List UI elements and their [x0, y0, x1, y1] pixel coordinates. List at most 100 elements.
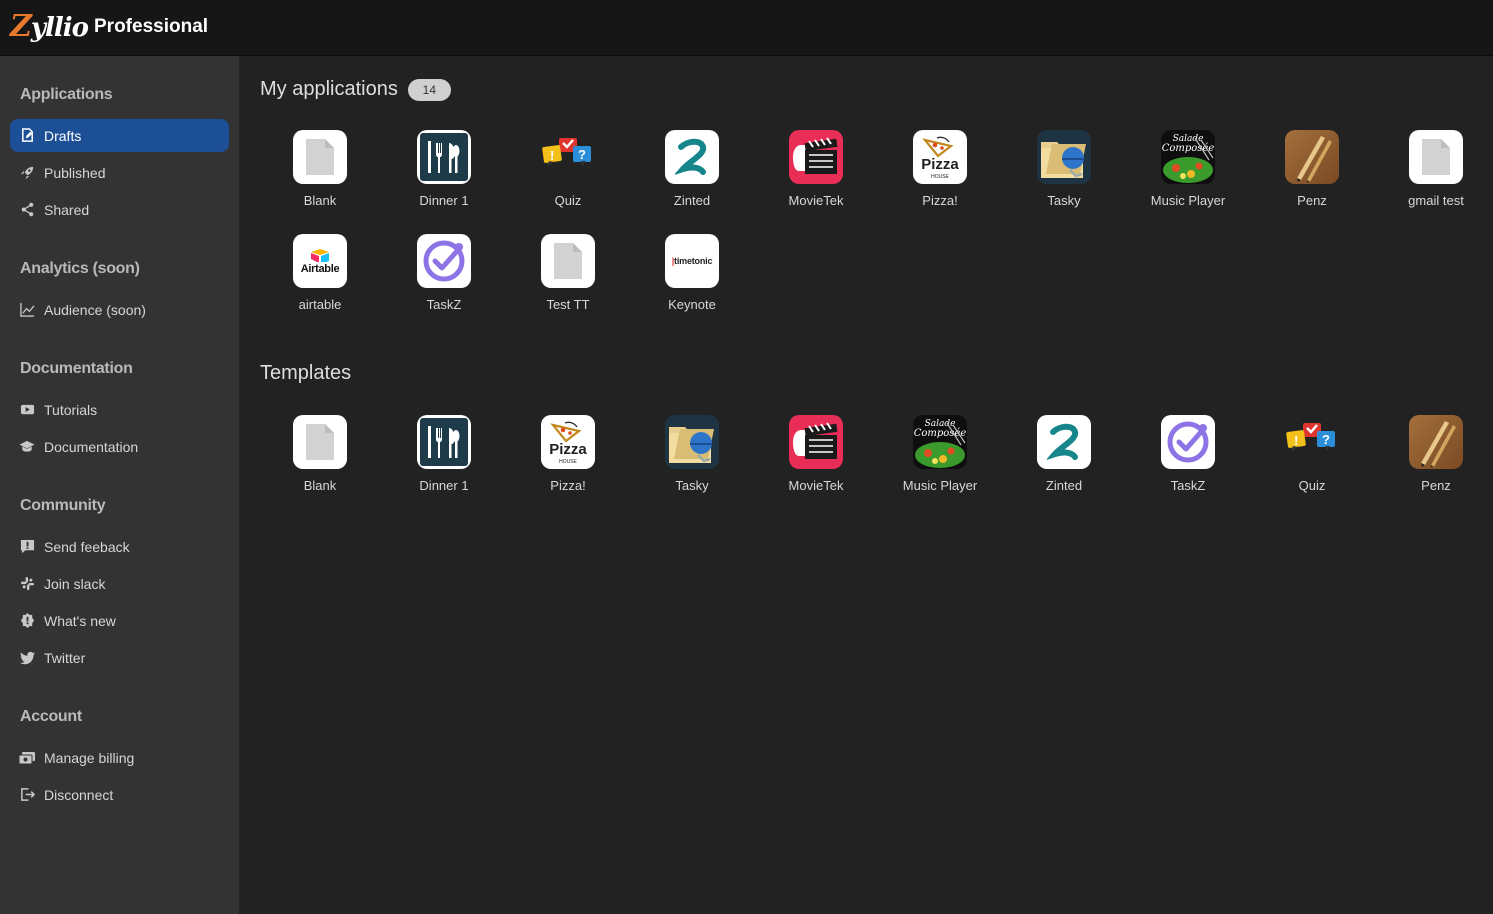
news-badge-icon — [19, 613, 35, 629]
template-app-tile[interactable]: Zinted — [1009, 415, 1119, 505]
my-app-tile[interactable]: Penz — [1257, 130, 1367, 220]
my-app-tile[interactable]: Test TT — [513, 234, 623, 324]
template-app-tile[interactable]: Tasky — [637, 415, 747, 505]
sidebar-item-documentation[interactable]: Documentation — [10, 430, 229, 463]
sidebar-item-label: Twitter — [44, 649, 86, 666]
check-circle-icon — [1161, 415, 1215, 469]
pens-icon — [1285, 130, 1339, 184]
sidebar-section-title: Account — [20, 708, 82, 725]
sidebar-item-join-slack[interactable]: Join slack — [10, 567, 229, 600]
sidebar-section-title: Analytics (soon) — [20, 260, 140, 277]
sidebar-item-label: Published — [44, 164, 106, 181]
my-app-name: airtable — [298, 297, 342, 312]
brand-mark: Zyllio — [10, 8, 89, 44]
brand-edition: Professional — [94, 16, 209, 37]
line-chart-icon — [19, 302, 35, 318]
sidebar-item-disconnect[interactable]: Disconnect — [10, 778, 229, 811]
quiz-bubbles-icon: !? — [541, 130, 595, 184]
my-app-name: Music Player — [1150, 193, 1226, 208]
my-app-tile[interactable]: Blank — [265, 130, 375, 220]
my-app-tile[interactable]: |timetonic Keynote — [637, 234, 747, 324]
sidebar-item-audience-soon[interactable]: Audience (soon) — [10, 293, 229, 326]
sidebar-item-published[interactable]: Published — [10, 156, 229, 189]
my-app-tile[interactable]: MovieTek — [761, 130, 871, 220]
template-app-tile[interactable]: MovieTek — [761, 415, 871, 505]
svg-text:?: ? — [1322, 432, 1330, 447]
my-app-name: Quiz — [554, 193, 582, 208]
template-app-tile[interactable]: Blank — [265, 415, 375, 505]
sidebar-item-label: What's new — [44, 612, 116, 629]
sidebar-item-label: Tutorials — [44, 401, 98, 418]
sidebar-item-shared[interactable]: Shared — [10, 193, 229, 226]
template-app-tile[interactable]: !? Quiz — [1257, 415, 1367, 505]
folder-helmet-icon — [665, 415, 719, 469]
svg-text:HOUSE: HOUSE — [559, 459, 577, 465]
clapperboard-icon — [789, 415, 843, 469]
pens-icon — [1409, 415, 1463, 469]
my-app-tile[interactable]: TaskZ — [389, 234, 499, 324]
my-app-name: MovieTek — [788, 193, 844, 208]
svg-text:!: ! — [550, 148, 554, 163]
my-app-tile[interactable]: gmail test — [1381, 130, 1491, 220]
zinted-logo-icon — [665, 130, 719, 184]
twitter-icon — [19, 650, 35, 666]
svg-text:!: ! — [1294, 433, 1298, 448]
sidebar-item-what-s-new[interactable]: What's new — [10, 604, 229, 637]
my-app-tile[interactable]: Tasky — [1009, 130, 1119, 220]
template-app-tile[interactable]: Salade Composée Music Player — [885, 415, 995, 505]
my-app-name: Blank — [303, 193, 337, 208]
my-applications-header: My applications 14 — [260, 78, 451, 101]
blank-doc-icon — [293, 415, 347, 469]
sidebar-item-manage-billing[interactable]: Manage billing — [10, 741, 229, 774]
pizza-house-icon: Pizza HOUSE — [913, 130, 967, 184]
my-app-tile[interactable]: !? Quiz — [513, 130, 623, 220]
brand-logo[interactable]: Zyllio Professional — [10, 6, 208, 46]
svg-text:Pizza: Pizza — [549, 441, 587, 458]
cutlery-icon — [417, 415, 471, 469]
sidebar-item-drafts[interactable]: Drafts — [10, 119, 229, 152]
sidebar-item-send-feeback[interactable]: Send feeback — [10, 530, 229, 563]
templates-header: Templates — [260, 362, 351, 385]
my-app-tile[interactable]: Salade Composée Music Player — [1133, 130, 1243, 220]
timetonic-logo-text: |timetonic — [671, 256, 713, 266]
sidebar-item-label: Manage billing — [44, 749, 135, 766]
rocket-icon — [19, 165, 35, 181]
template-app-name: Quiz — [1298, 478, 1326, 493]
svg-text:HOUSE: HOUSE — [931, 174, 949, 180]
sidebar-item-label: Drafts — [44, 127, 82, 144]
quiz-bubbles-icon: !? — [1285, 415, 1339, 469]
blank-doc-icon — [293, 130, 347, 184]
templates-title: Templates — [260, 362, 352, 384]
sidebar-item-label: Shared — [44, 201, 90, 218]
sidebar-item-twitter[interactable]: Twitter — [10, 641, 229, 674]
salad-compose-icon: Salade Composée — [1161, 130, 1215, 184]
template-app-tile[interactable]: TaskZ — [1133, 415, 1243, 505]
my-app-tile[interactable]: Airtable airtable — [265, 234, 375, 324]
template-app-name: MovieTek — [788, 478, 844, 493]
my-app-tile[interactable]: Zinted — [637, 130, 747, 220]
slack-icon — [19, 576, 35, 592]
template-app-tile[interactable]: Pizza HOUSE Pizza! — [513, 415, 623, 505]
graduation-cap-icon — [19, 439, 35, 455]
template-app-name: Penz — [1421, 478, 1451, 493]
template-app-name: TaskZ — [1170, 478, 1206, 493]
my-app-name: TaskZ — [426, 297, 462, 312]
blank-doc-icon — [541, 234, 595, 288]
main-content: My applications 14 Templates Blank Dinner… — [239, 56, 1493, 914]
my-app-name: gmail test — [1408, 193, 1464, 208]
pizza-house-icon: Pizza HOUSE — [541, 415, 595, 469]
my-app-tile[interactable]: Pizza HOUSE Pizza! — [885, 130, 995, 220]
my-app-name: Penz — [1297, 193, 1327, 208]
sidebar-section-title: Applications — [20, 86, 113, 103]
template-app-tile[interactable]: Penz — [1381, 415, 1491, 505]
clapperboard-icon — [789, 130, 843, 184]
my-app-name: Pizza! — [922, 193, 958, 208]
top-bar: Zyllio Professional — [0, 0, 1493, 56]
template-app-name: Tasky — [675, 478, 709, 493]
sidebar-section-title: Community — [20, 497, 106, 514]
feedback-icon — [19, 539, 35, 555]
sidebar-item-tutorials[interactable]: Tutorials — [10, 393, 229, 426]
my-app-tile[interactable]: Dinner 1 — [389, 130, 499, 220]
my-app-name: Tasky — [1047, 193, 1081, 208]
template-app-tile[interactable]: Dinner 1 — [389, 415, 499, 505]
